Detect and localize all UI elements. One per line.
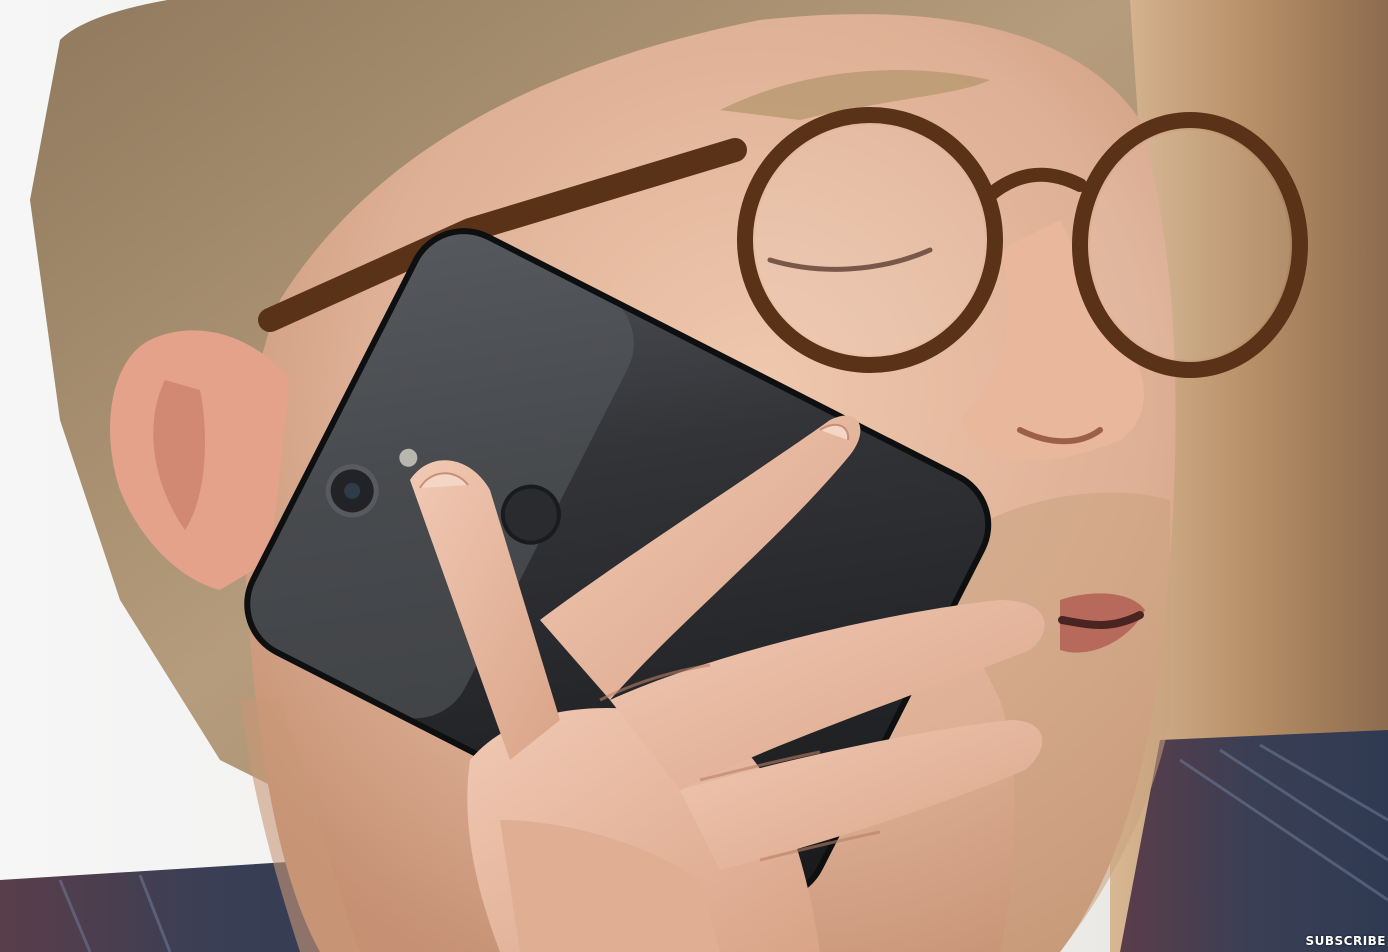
video-frame: SUBSCRIBE bbox=[0, 0, 1388, 952]
plaid-shirt-right bbox=[1120, 730, 1388, 952]
photo-scene bbox=[0, 0, 1388, 952]
subscribe-watermark[interactable]: SUBSCRIBE bbox=[1305, 934, 1386, 948]
